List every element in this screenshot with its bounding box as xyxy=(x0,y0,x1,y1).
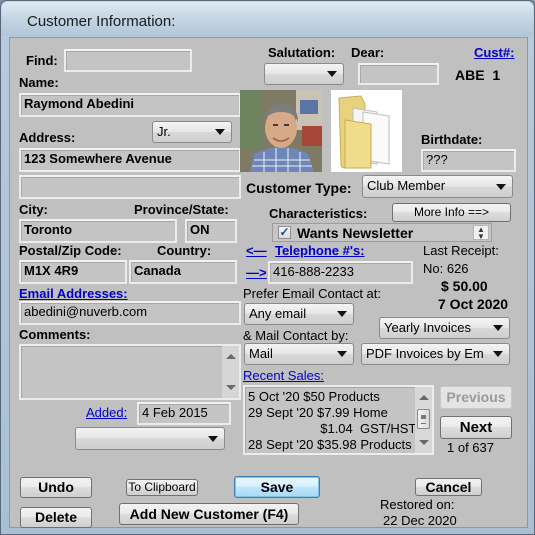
comments-scrollbar[interactable] xyxy=(222,346,239,398)
suffix-value: Jr. xyxy=(157,124,171,139)
chevron-down-icon xyxy=(208,435,218,442)
salutation-dropdown[interactable] xyxy=(264,63,344,85)
previous-button[interactable]: Previous xyxy=(440,386,512,409)
birthdate-label: Birthdate: xyxy=(421,132,483,147)
last-receipt-amount: $ 50.00 xyxy=(441,278,488,294)
comments-textarea[interactable] xyxy=(19,344,241,400)
postal-label: Postal/Zip Code: xyxy=(19,243,122,258)
list-item[interactable]: 28 Sept '20 $35.98 Products xyxy=(248,437,412,452)
add-new-customer-button[interactable]: Add New Customer (F4) xyxy=(119,503,299,525)
find-label: Find: xyxy=(26,53,58,68)
added-date-field: 4 Feb 2015 xyxy=(137,402,231,425)
customer-type-dropdown[interactable]: Club Member xyxy=(362,175,513,198)
chevron-down-icon xyxy=(327,71,337,77)
folder-icon xyxy=(338,95,390,169)
dear-input[interactable] xyxy=(358,63,439,85)
email-contact-dropdown[interactable]: Any email xyxy=(244,303,354,325)
cancel-button[interactable]: Cancel xyxy=(415,478,482,496)
recent-sales-list[interactable]: 5 Oct '20 $50 Products 29 Sept '20 $7.99… xyxy=(243,385,434,455)
email-input[interactable]: abedini@nuverb.com xyxy=(19,301,241,325)
customer-photo[interactable] xyxy=(240,90,322,172)
address-label: Address: xyxy=(19,130,76,145)
address-line2-input[interactable] xyxy=(19,175,241,199)
telephone-link[interactable]: Telephone #'s: xyxy=(275,243,365,258)
address-line1-input[interactable]: 123 Somewhere Avenue xyxy=(19,148,241,172)
city-input[interactable]: Toronto xyxy=(19,219,177,243)
invoice-method-dropdown[interactable]: PDF Invoices by Em xyxy=(361,343,510,365)
customer-type-value: Club Member xyxy=(367,178,446,193)
name-input[interactable]: Raymond Abedini xyxy=(19,93,241,117)
to-clipboard-button[interactable]: To Clipboard xyxy=(126,479,198,496)
chevron-down-icon xyxy=(337,351,347,357)
customer-type-label: Customer Type: xyxy=(246,180,352,196)
chevron-down-icon xyxy=(337,311,347,317)
window-title: Customer Information: xyxy=(27,13,176,30)
form-panel: Find: Name: Raymond Abedini Jr. Address:… xyxy=(9,37,528,528)
country-input[interactable]: Canada xyxy=(129,260,237,284)
delete-button[interactable]: Delete xyxy=(20,507,92,528)
characteristics-label: Characteristics: xyxy=(269,206,368,221)
recent-sales-scrollbar[interactable] xyxy=(415,387,432,453)
added-link[interactable]: Added: xyxy=(86,405,127,420)
comments-label: Comments: xyxy=(19,327,91,342)
invoice-frequency-dropdown[interactable]: Yearly Invoices xyxy=(379,317,510,339)
scroll-down-icon[interactable] xyxy=(226,385,236,390)
documents-folder[interactable] xyxy=(331,90,402,172)
telephone-next-arrow[interactable]: —> xyxy=(246,265,267,280)
record-position: 1 of 637 xyxy=(447,440,494,455)
birthdate-input[interactable]: ??? xyxy=(421,149,516,172)
list-item[interactable]: $1.04 GST/HST xyxy=(248,421,416,436)
more-info-button[interactable]: More Info ==> xyxy=(392,203,511,222)
scroll-up-icon[interactable] xyxy=(419,395,429,400)
scroll-down-icon[interactable] xyxy=(419,440,429,445)
chevron-down-icon xyxy=(215,129,225,135)
invoice-frequency-value: Yearly Invoices xyxy=(384,320,471,335)
city-label: City: xyxy=(19,202,48,217)
country-label: Country: xyxy=(157,243,212,258)
recent-sales-link[interactable]: Recent Sales: xyxy=(243,368,324,383)
list-item[interactable]: 5 Oct '20 $50 Products xyxy=(248,389,380,404)
telephone-input[interactable]: 416-888-2233 xyxy=(268,261,413,284)
mail-contact-value: Mail xyxy=(249,346,273,361)
chevron-down-icon xyxy=(493,325,503,331)
customer-information-window: Customer Information: Find: Name: Raymon… xyxy=(0,0,535,535)
last-receipt-label: Last Receipt: xyxy=(423,243,499,258)
chevron-down-icon xyxy=(496,183,506,190)
characteristics-spinner[interactable]: ▲ ▼ xyxy=(473,225,489,241)
postal-input[interactable]: M1X 4R9 xyxy=(19,260,127,284)
undo-button[interactable]: Undo xyxy=(20,477,92,498)
scroll-thumb[interactable] xyxy=(417,409,430,429)
email-contact-value: Any email xyxy=(249,306,307,321)
invoice-method-value: PDF Invoices by Em xyxy=(366,346,484,361)
last-receipt-number: No: 626 xyxy=(423,261,469,276)
dear-label: Dear: xyxy=(351,45,385,60)
province-input[interactable]: ON xyxy=(185,219,237,243)
chevron-down-icon xyxy=(493,351,503,357)
telephone-prev-arrow[interactable]: <— xyxy=(246,243,267,258)
portrait-icon xyxy=(240,90,322,172)
restored-label: Restored on: xyxy=(380,497,455,512)
cust-number-value: ABE 1 xyxy=(455,67,501,83)
find-input[interactable] xyxy=(64,49,192,72)
province-label: Province/State: xyxy=(134,202,229,217)
mail-contact-label: & Mail Contact by: xyxy=(243,328,349,343)
cust-number-link[interactable]: Cust#: xyxy=(474,45,514,60)
wants-newsletter-checkbox[interactable]: ✓ xyxy=(278,226,291,239)
characteristics-list[interactable]: ✓ Wants Newsletter ▲ ▼ xyxy=(272,223,492,242)
prefer-email-label: Prefer Email Contact at: xyxy=(243,286,381,301)
email-addresses-link[interactable]: Email Addresses: xyxy=(19,286,128,301)
last-receipt-date: 7 Oct 2020 xyxy=(438,296,509,312)
name-label: Name: xyxy=(19,75,59,90)
save-button[interactable]: Save xyxy=(234,476,320,498)
salutation-label: Salutation: xyxy=(268,45,336,60)
list-item[interactable]: 29 Sept '20 $7.99 Home xyxy=(248,405,388,420)
wants-newsletter-label: Wants Newsletter xyxy=(297,225,414,241)
scroll-up-icon[interactable] xyxy=(226,354,236,359)
next-button[interactable]: Next xyxy=(440,416,512,439)
restored-date: 22 Dec 2020 xyxy=(383,513,457,528)
mail-contact-dropdown[interactable]: Mail xyxy=(244,343,354,365)
added-dropdown[interactable] xyxy=(75,427,225,450)
suffix-dropdown[interactable]: Jr. xyxy=(152,121,232,143)
